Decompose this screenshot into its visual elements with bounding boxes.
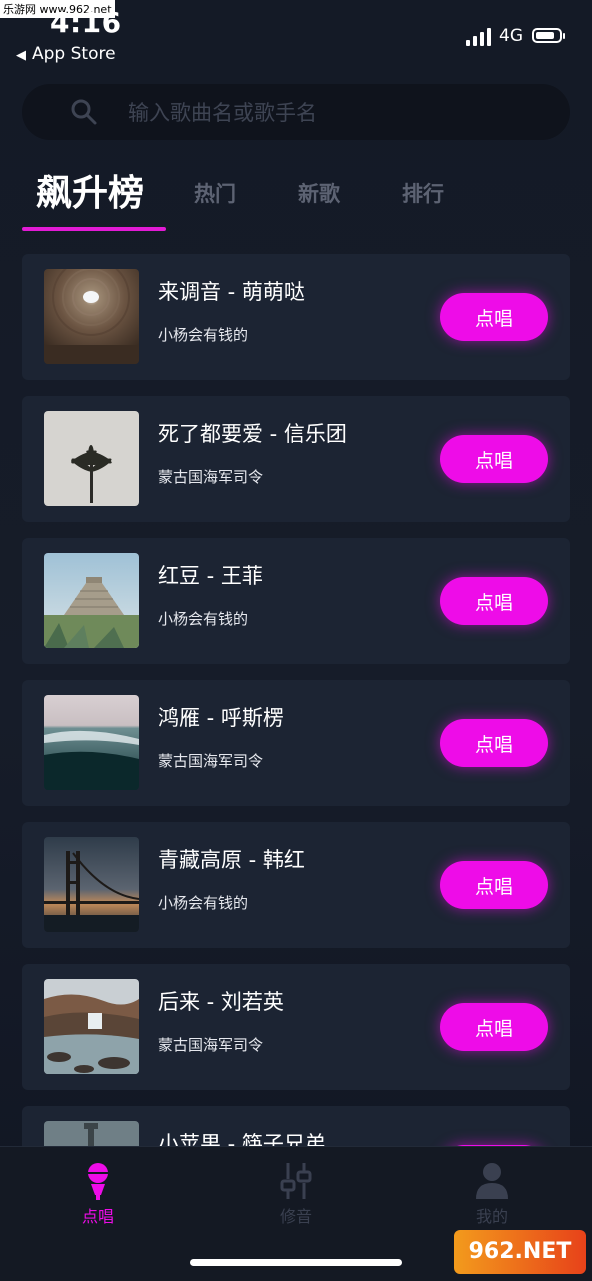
signal-strength-icon bbox=[466, 28, 494, 46]
tab-hot[interactable]: 热门 bbox=[194, 178, 236, 208]
sing-button[interactable]: 点唱 bbox=[440, 293, 548, 341]
song-singer: 小杨会有钱的 bbox=[158, 894, 249, 912]
sing-button[interactable]: 点唱 bbox=[440, 577, 548, 625]
palm-tree-photo bbox=[44, 411, 139, 506]
tab-new-songs[interactable]: 新歌 bbox=[298, 178, 340, 208]
song-card[interactable]: 鸿雁 - 呼斯楞 蒙古国海军司令 点唱 bbox=[22, 680, 570, 806]
song-card[interactable]: 死了都要爱 - 信乐团 蒙古国海军司令 点唱 bbox=[22, 396, 570, 522]
nav-tune[interactable]: 修音 bbox=[236, 1161, 356, 1227]
tab-ranking[interactable]: 排行 bbox=[402, 178, 444, 208]
song-title: 死了都要爱 - 信乐团 bbox=[158, 422, 347, 446]
song-card[interactable]: 后来 - 刘若英 蒙古国海军司令 点唱 bbox=[22, 964, 570, 1090]
microphone-icon bbox=[88, 1163, 108, 1200]
watermark-bottom: 962.NET bbox=[454, 1230, 586, 1274]
sing-button[interactable]: 点唱 bbox=[440, 1003, 548, 1051]
song-singer: 蒙古国海军司令 bbox=[158, 752, 264, 770]
bridge-sunset-photo bbox=[44, 837, 139, 932]
back-to-app-store[interactable]: ◀ App Store bbox=[16, 44, 116, 64]
song-title: 后来 - 刘若英 bbox=[158, 990, 284, 1014]
search-input[interactable] bbox=[126, 84, 550, 142]
song-card[interactable]: 来调音 - 萌萌哒 小杨会有钱的 点唱 bbox=[22, 254, 570, 380]
song-card[interactable]: 青藏高原 - 韩红 小杨会有钱的 点唱 bbox=[22, 822, 570, 948]
sing-button[interactable]: 点唱 bbox=[440, 861, 548, 909]
song-card[interactable]: 红豆 - 王菲 小杨会有钱的 点唱 bbox=[22, 538, 570, 664]
back-triangle-icon: ◀ bbox=[16, 48, 26, 63]
search-icon bbox=[71, 99, 97, 125]
song-singer: 蒙古国海军司令 bbox=[158, 1036, 264, 1054]
song-title: 来调音 - 萌萌哒 bbox=[158, 280, 305, 304]
chart-tabs: 飙升榜 热门 新歌 排行 bbox=[0, 164, 592, 234]
status-bar: 4:16 ◀ App Store 4G bbox=[0, 0, 592, 72]
song-singer: 小杨会有钱的 bbox=[158, 326, 249, 344]
back-app-label: App Store bbox=[32, 44, 116, 64]
sing-button[interactable]: 点唱 bbox=[440, 719, 548, 767]
sing-button[interactable]: 点唱 bbox=[440, 435, 548, 483]
home-indicator bbox=[190, 1259, 402, 1266]
tab-rising[interactable]: 飙升榜 bbox=[36, 164, 144, 216]
song-title: 鸿雁 - 呼斯楞 bbox=[158, 706, 284, 730]
song-singer: 小杨会有钱的 bbox=[158, 610, 249, 628]
battery-icon bbox=[532, 28, 565, 43]
tuning-sliders-icon bbox=[280, 1163, 312, 1199]
song-title: 红豆 - 王菲 bbox=[158, 564, 263, 588]
nav-mine[interactable]: 我的 bbox=[432, 1161, 552, 1227]
dome-ceiling-photo bbox=[44, 269, 139, 364]
user-icon bbox=[476, 1163, 508, 1199]
song-title: 青藏高原 - 韩红 bbox=[158, 848, 305, 872]
song-singer: 蒙古国海军司令 bbox=[158, 468, 264, 486]
nav-sing[interactable]: 点唱 bbox=[38, 1161, 158, 1227]
nav-sing-label: 点唱 bbox=[81, 1207, 114, 1226]
nav-mine-label: 我的 bbox=[475, 1207, 508, 1226]
status-time: 4:16 bbox=[50, 6, 122, 39]
search-bar[interactable] bbox=[22, 84, 570, 142]
nav-tune-label: 修音 bbox=[279, 1207, 312, 1226]
waterfall-river-photo bbox=[44, 979, 139, 1074]
pyramid-photo bbox=[44, 553, 139, 648]
ocean-wave-photo bbox=[44, 695, 139, 790]
active-tab-underline bbox=[22, 227, 166, 231]
network-type: 4G bbox=[499, 26, 523, 46]
